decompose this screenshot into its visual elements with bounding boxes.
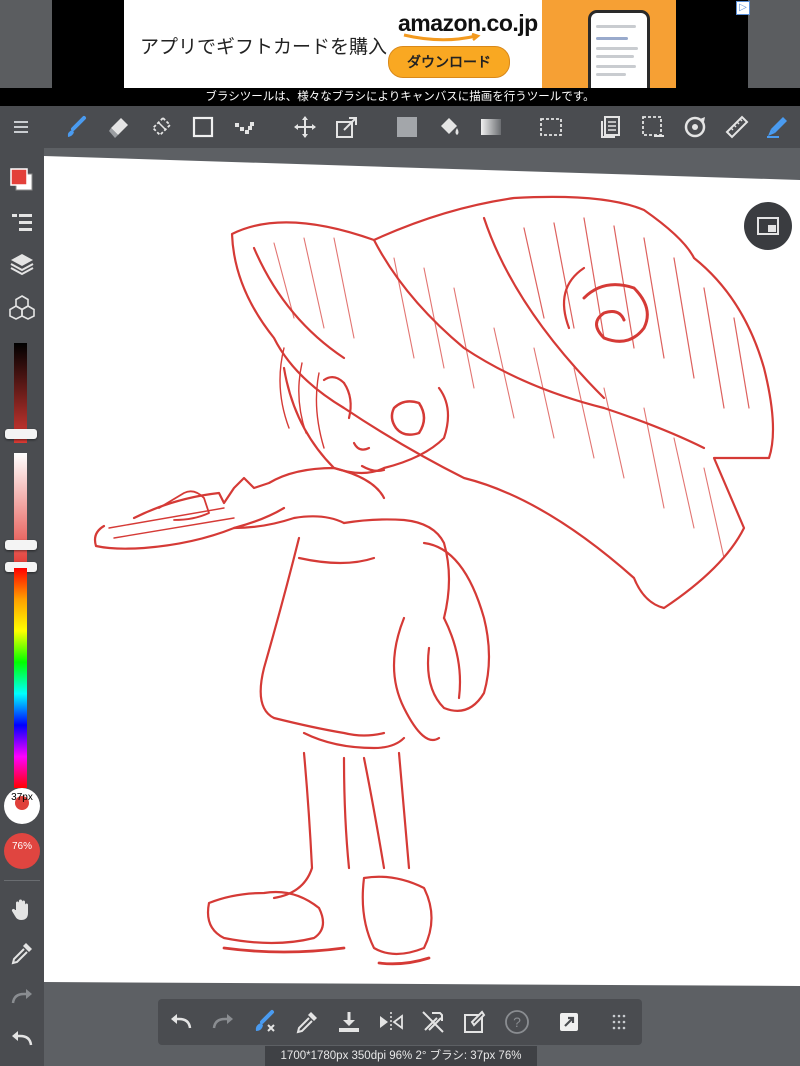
eyedropper-icon[interactable] xyxy=(294,1009,320,1035)
fill-rect-icon[interactable] xyxy=(394,114,420,140)
pen-icon[interactable] xyxy=(764,114,790,140)
ad-phone-image xyxy=(588,10,650,88)
brush-icon[interactable] xyxy=(64,114,90,140)
rotate-icon[interactable] xyxy=(682,114,708,140)
grid-menu-icon[interactable] xyxy=(606,1009,632,1035)
top-toolbar xyxy=(0,106,800,148)
move-icon[interactable] xyxy=(292,114,318,140)
select-dots-icon[interactable] xyxy=(640,114,666,140)
brightness-slider-handle[interactable] xyxy=(5,429,37,439)
color-swatch[interactable] xyxy=(10,168,34,192)
blur-icon[interactable] xyxy=(148,114,174,140)
eyedropper-icon[interactable] xyxy=(9,940,35,966)
ad-info-icon[interactable]: ▷ xyxy=(736,1,750,15)
clear-icon[interactable] xyxy=(252,1009,278,1035)
edit-icon[interactable] xyxy=(462,1009,488,1035)
shape-icon[interactable] xyxy=(190,114,216,140)
ad-text: アプリでギフトカードを購入 xyxy=(140,37,388,58)
layer-list-icon[interactable] xyxy=(9,210,35,236)
brush-size-button[interactable]: 37px xyxy=(4,788,40,824)
undo-icon[interactable] xyxy=(168,1009,194,1035)
redo-icon[interactable] xyxy=(9,984,35,1010)
brush-opacity-value: 76% xyxy=(11,841,32,852)
svg-text:?: ? xyxy=(513,1014,521,1030)
eraser-icon[interactable] xyxy=(106,114,132,140)
left-sidebar: 37px 76% xyxy=(0,148,44,1066)
screen-mode-button[interactable] xyxy=(744,202,792,250)
ad-area: アプリでギフトカードを購入 amazon.co.jp ダウンロード ▷ xyxy=(0,0,800,88)
brightness-slider[interactable] xyxy=(14,343,27,443)
dot-icon[interactable] xyxy=(232,114,258,140)
snap-off-icon[interactable] xyxy=(420,1009,446,1035)
screen-mode-icon xyxy=(757,217,779,235)
ad-banner[interactable]: アプリでギフトカードを購入 amazon.co.jp ダウンロード xyxy=(124,0,676,88)
redo-icon[interactable] xyxy=(210,1009,236,1035)
select-icon[interactable] xyxy=(538,114,564,140)
status-bar: 1700*1780px 350dpi 96% 2° ブラシ: 37px 76% xyxy=(265,1046,537,1066)
help-icon[interactable]: ? xyxy=(504,1009,530,1035)
hue-slider[interactable] xyxy=(14,568,27,788)
menu-icon[interactable] xyxy=(8,114,34,140)
ad-left-margin xyxy=(52,0,124,88)
transform-icon[interactable] xyxy=(334,114,360,140)
gradient-icon[interactable] xyxy=(478,114,504,140)
share-icon[interactable] xyxy=(556,1009,582,1035)
bottom-toolbar: ? xyxy=(158,999,642,1045)
bucket-icon[interactable] xyxy=(436,114,462,140)
download-icon[interactable] xyxy=(336,1009,362,1035)
ad-download-button[interactable]: ダウンロード xyxy=(388,46,510,78)
amazon-smile-icon xyxy=(403,33,481,42)
flip-icon[interactable] xyxy=(378,1009,404,1035)
layers-icon[interactable] xyxy=(9,251,35,277)
brush-opacity-button[interactable]: 76% xyxy=(4,833,40,869)
undo-icon[interactable] xyxy=(9,1026,35,1052)
brush-size-value: 37px xyxy=(11,792,33,803)
canvas-area[interactable] xyxy=(44,148,800,1066)
drawing-canvas[interactable] xyxy=(44,148,800,1066)
tool-hint-bar: ブラシツールは、様々なブラシによりキャンバスに描画を行うツールです。 xyxy=(0,88,800,106)
ruler-icon[interactable] xyxy=(724,114,750,140)
copy-icon[interactable] xyxy=(598,114,624,140)
sidebar-divider xyxy=(4,880,40,881)
hand-icon[interactable] xyxy=(9,896,35,922)
saturation-slider-handle[interactable] xyxy=(5,540,37,550)
materials-icon[interactable] xyxy=(9,294,35,320)
